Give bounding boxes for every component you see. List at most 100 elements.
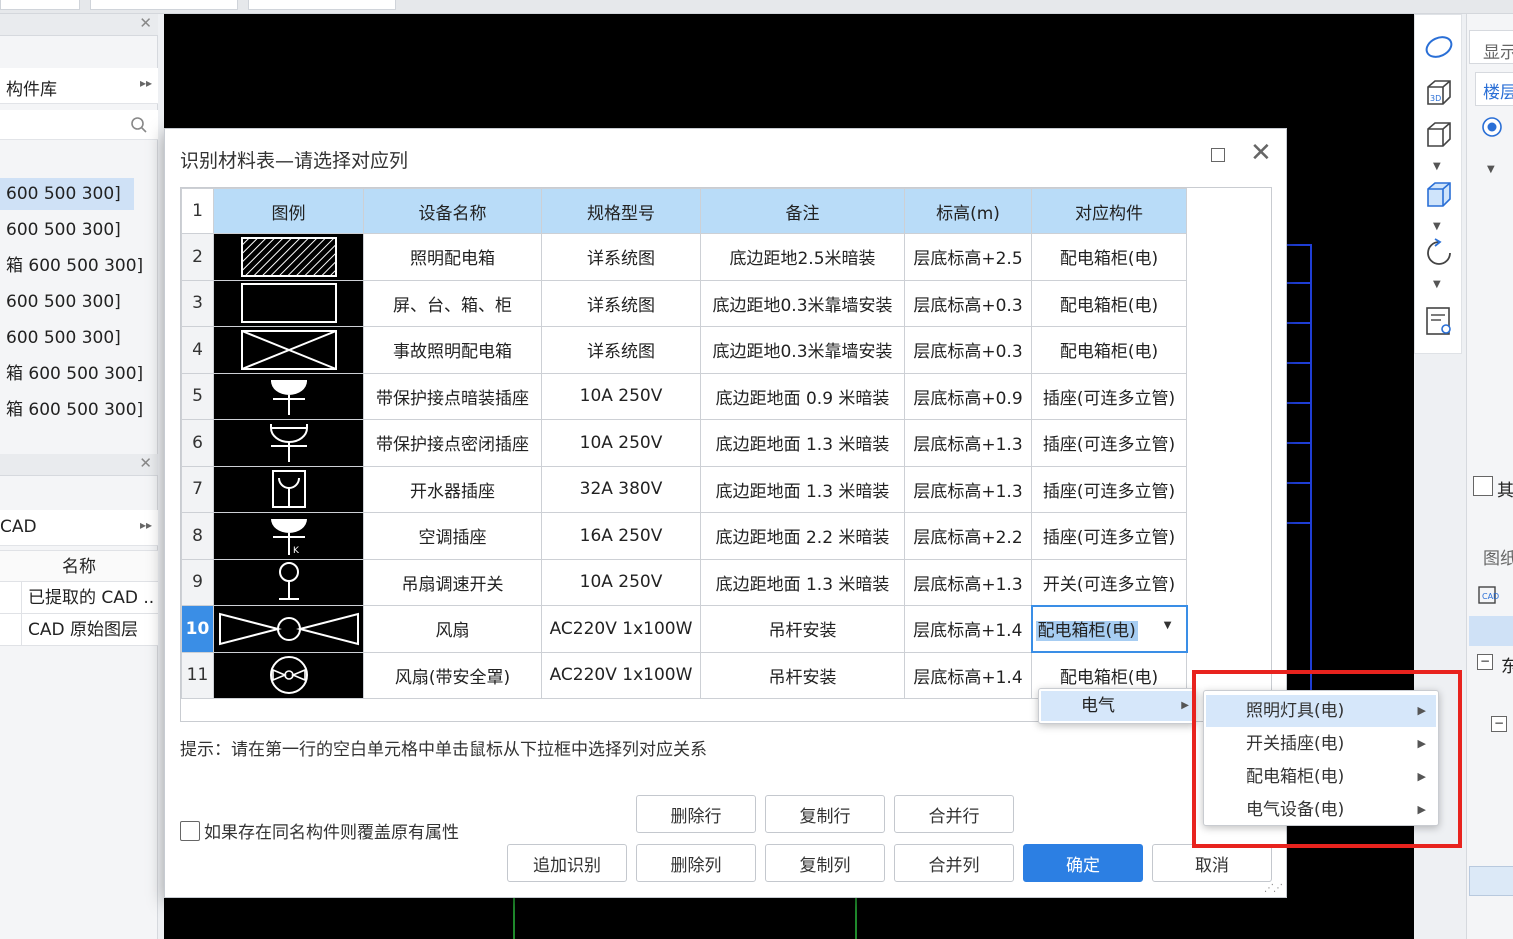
spec-cell[interactable]: 详系统图 <box>541 233 701 281</box>
row-number[interactable]: 2 <box>181 233 214 281</box>
row-number[interactable]: 8 <box>181 512 214 560</box>
toolbar-tab[interactable] <box>0 0 80 10</box>
legend-symbol-sealed-socket[interactable] <box>213 419 364 467</box>
rotate-icon[interactable] <box>1423 237 1455 269</box>
radio-button[interactable] <box>1481 116 1503 138</box>
cancel-button[interactable]: 取消 <box>1152 844 1272 882</box>
maximize-icon[interactable] <box>1211 148 1225 162</box>
close-icon[interactable]: ✕ <box>1250 140 1272 166</box>
device-name[interactable]: 带保护接点密闭插座 <box>363 419 542 467</box>
copy-column-button[interactable]: 复制列 <box>765 844 885 882</box>
table-row[interactable]: 2 照明配电箱 详系统图 底边距地2.5米暗装 层底标高+2.5 配电箱柜(电) <box>181 233 1187 281</box>
component-cell[interactable]: 配电箱柜(电) <box>1031 279 1187 327</box>
row-number[interactable]: 6 <box>181 419 214 467</box>
legend-symbol-empty-box[interactable] <box>213 279 364 327</box>
search-icon[interactable] <box>130 116 148 134</box>
elevation-cell[interactable]: 层底标高+1.3 <box>904 419 1032 467</box>
legend-symbol-ac-socket[interactable]: K <box>213 512 364 560</box>
note-cell[interactable]: 底边距地面 2.2 米暗装 <box>700 512 905 560</box>
device-name[interactable]: 开水器插座 <box>363 465 542 513</box>
merge-row-button[interactable]: 合并行 <box>894 795 1014 833</box>
device-name[interactable]: 事故照明配电箱 <box>363 326 542 374</box>
note-cell[interactable]: 底边距地0.3米靠墙安装 <box>700 326 905 374</box>
list-item[interactable]: 箱 600 500 300] <box>0 250 158 282</box>
drawing-icon[interactable]: CAD <box>1477 584 1499 606</box>
overwrite-checkbox[interactable]: 如果存在同名构件则覆盖原有属性 <box>180 818 459 843</box>
collapse-icon[interactable]: − <box>1491 716 1507 732</box>
note-cell[interactable]: 底边距地面 0.9 米暗装 <box>700 372 905 420</box>
device-name[interactable]: 照明配电箱 <box>363 233 542 281</box>
component-cell[interactable]: 插座(可连多立管) <box>1031 372 1187 420</box>
note-cell[interactable]: 底边距地面 1.3 米暗装 <box>700 419 905 467</box>
panel-row[interactable] <box>1469 866 1513 896</box>
component-cell[interactable]: 开关(可连多立管) <box>1031 558 1187 606</box>
component-cell[interactable]: 插座(可连多立管) <box>1031 465 1187 513</box>
table-row[interactable]: 4 事故照明配电箱 详系统图 底边距地0.3米靠墙安装 层底标高+0.3 配电箱… <box>181 326 1187 374</box>
table-row[interactable]: 3 屏、台、箱、柜 详系统图 底边距地0.3米靠墙安装 层底标高+0.3 配电箱… <box>181 279 1187 327</box>
spec-cell[interactable]: 32A 380V <box>541 465 701 513</box>
elevation-cell[interactable]: 层底标高+2.2 <box>904 512 1032 560</box>
list-item[interactable]: 箱 600 500 300] <box>0 358 158 390</box>
solid-cube-icon[interactable] <box>1423 179 1455 211</box>
merge-column-button[interactable]: 合并列 <box>894 844 1014 882</box>
note-cell[interactable]: 底边距地0.3米靠墙安装 <box>700 279 905 327</box>
table-row[interactable]: 9 吊扇调速开关 10A 250V 底边距地面 1.3 米暗装 层底标高+1.3… <box>181 558 1187 606</box>
copy-row-button[interactable]: 复制行 <box>765 795 885 833</box>
list-item[interactable]: 600 500 300] <box>0 214 158 246</box>
expand-icon[interactable]: ▸▸ <box>140 518 152 532</box>
device-name[interactable]: 风扇 <box>363 605 542 653</box>
elevation-cell[interactable]: 层底标高+2.5 <box>904 233 1032 281</box>
toolbar-tab[interactable] <box>248 0 396 10</box>
legend-symbol-boiler-socket[interactable] <box>213 465 364 513</box>
row-number[interactable]: 5 <box>181 372 214 420</box>
device-name[interactable]: 风扇(带安全罩) <box>363 651 542 699</box>
chevron-down-icon[interactable]: ▼ <box>1164 620 1172 631</box>
collapse-icon[interactable]: − <box>1477 654 1493 670</box>
row-number[interactable]: 9 <box>181 558 214 606</box>
note-cell[interactable]: 吊杆安装 <box>700 651 905 699</box>
device-name[interactable]: 空调插座 <box>363 512 542 560</box>
checkbox-box[interactable] <box>180 820 200 841</box>
cad-layer-header[interactable]: CAD ▸▸ <box>0 510 158 546</box>
note-cell[interactable]: 底边距地2.5米暗装 <box>700 233 905 281</box>
table-row[interactable]: 7 开水器插座 32A 380V 底边距地面 1.3 米暗装 层底标高+1.3 … <box>181 465 1187 513</box>
delete-column-button[interactable]: 删除列 <box>636 844 756 882</box>
elevation-cell[interactable]: 层底标高+1.4 <box>904 651 1032 699</box>
legend-symbol-fan-guard[interactable] <box>213 651 364 699</box>
table-row[interactable]: CAD 原始图层 <box>0 614 158 646</box>
3d-view-icon[interactable]: 3D <box>1423 77 1455 109</box>
search-bar[interactable] <box>0 110 158 140</box>
component-cell[interactable]: 配电箱柜(电) <box>1031 326 1187 374</box>
list-item[interactable]: 600 500 300] <box>0 178 134 210</box>
list-item[interactable]: 600 500 300] <box>0 286 158 318</box>
device-name[interactable]: 屏、台、箱、柜 <box>363 279 542 327</box>
list-item[interactable]: 箱 600 500 300] <box>0 394 158 426</box>
spec-cell[interactable]: 详系统图 <box>541 326 701 374</box>
delete-row-button[interactable]: 删除行 <box>636 795 756 833</box>
elevation-cell[interactable]: 层底标高+1.3 <box>904 465 1032 513</box>
cube-icon[interactable] <box>1423 119 1455 151</box>
spec-cell[interactable]: 10A 250V <box>541 419 701 467</box>
elevation-cell[interactable]: 层底标高+1.4 <box>904 605 1032 653</box>
row-number[interactable]: 7 <box>181 465 214 513</box>
note-cell[interactable]: 底边距地面 1.3 米暗装 <box>700 465 905 513</box>
toolbar-tab[interactable] <box>90 0 238 10</box>
column-header[interactable]: 规格型号 <box>541 188 701 234</box>
table-row[interactable]: 5 带保护接点暗装插座 10A 250V 底边距地面 0.9 米暗装 层底标高+… <box>181 372 1187 420</box>
selected-row[interactable] <box>1469 616 1513 646</box>
spec-cell[interactable]: 详系统图 <box>541 279 701 327</box>
column-header[interactable]: 图例 <box>213 188 364 234</box>
row-number[interactable]: 4 <box>181 326 214 374</box>
table-row[interactable]: 已提取的 CAD .. <box>0 582 158 614</box>
chevron-down-icon[interactable]: ▼ <box>1433 161 1441 172</box>
chevron-down-icon[interactable]: ▼ <box>1433 221 1441 232</box>
resize-grip-icon[interactable]: ⋰⋰ <box>1264 883 1283 894</box>
column-header[interactable]: 对应构件 <box>1031 188 1187 234</box>
append-recognize-button[interactable]: 追加识别 <box>507 844 627 882</box>
menu-item-electrical[interactable]: 电气 ▶ <box>1041 691 1193 721</box>
component-library-header[interactable]: 构件库 ▸▸ <box>0 68 158 104</box>
row-number[interactable]: 10 <box>181 605 214 653</box>
component-cell[interactable]: 插座(可连多立管) <box>1031 419 1187 467</box>
spec-cell[interactable]: 10A 250V <box>541 558 701 606</box>
orbit-icon[interactable] <box>1423 31 1455 63</box>
